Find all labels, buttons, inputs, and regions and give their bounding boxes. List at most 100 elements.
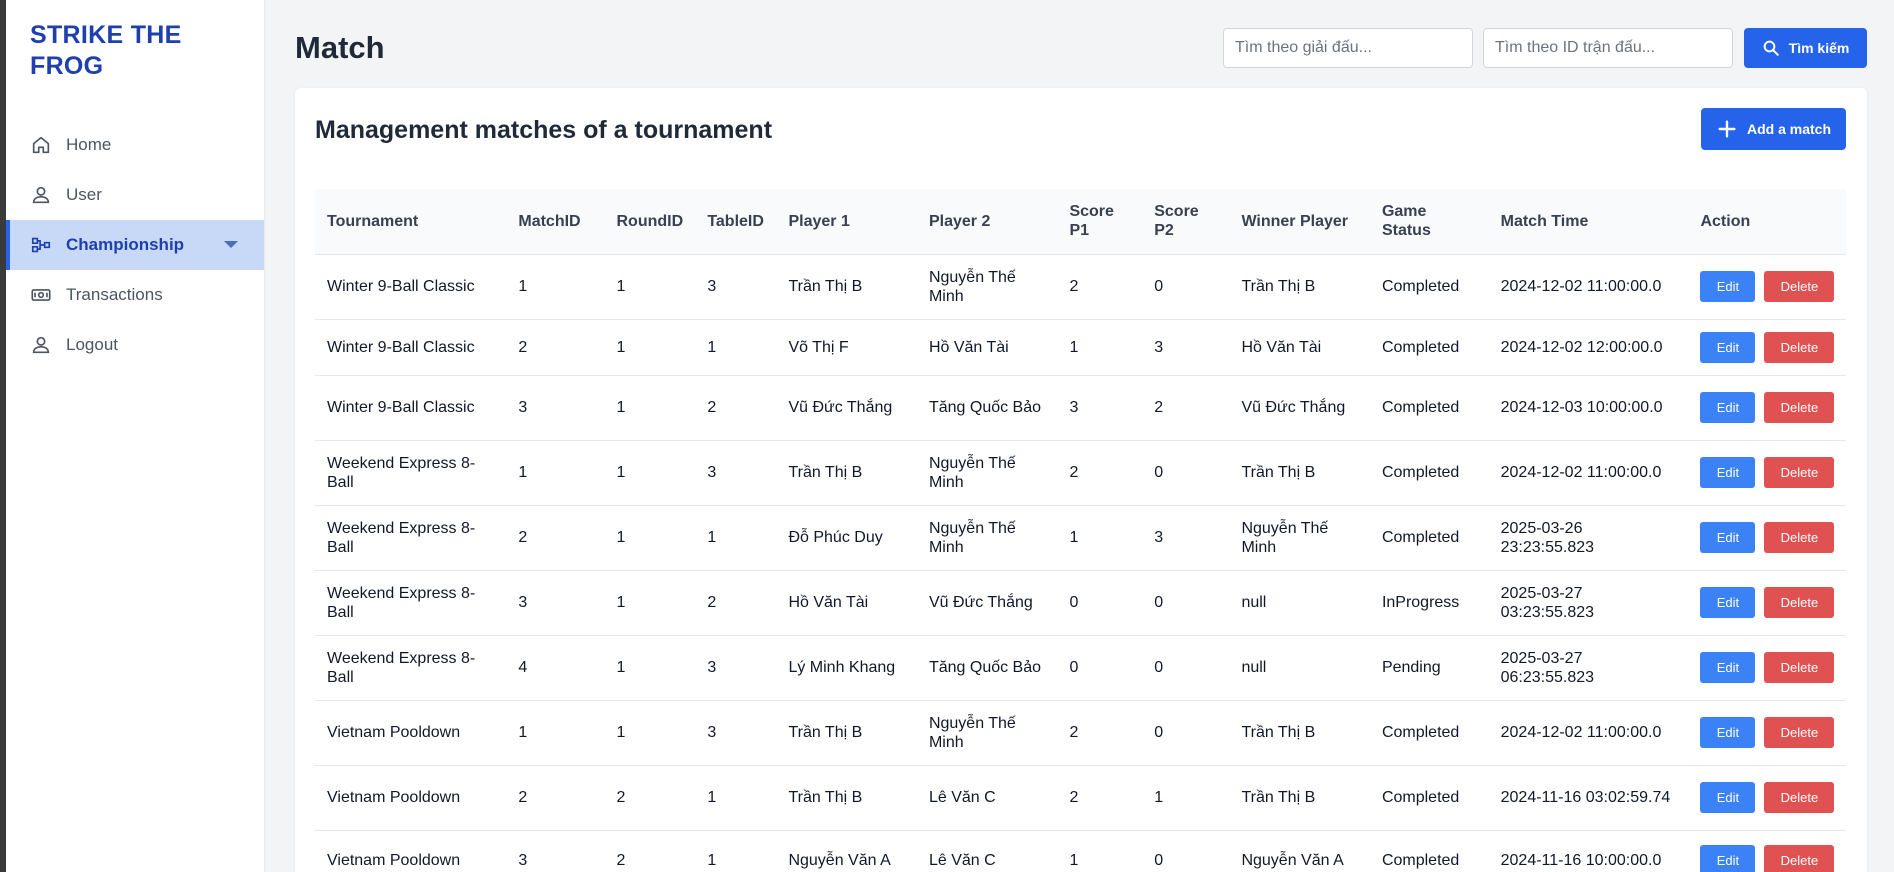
table-cell: null [1229, 635, 1370, 701]
table-cell: Completed [1369, 765, 1489, 831]
edit-button[interactable]: Edit [1700, 457, 1756, 488]
edit-button[interactable]: Edit [1700, 587, 1756, 618]
action-cell: Edit Delete [1688, 375, 1846, 441]
table-row: Winter 9-Ball Classic 3 1 2 Vũ Đức Thắng Tăng… [315, 375, 1846, 441]
delete-button[interactable]: Delete [1764, 844, 1835, 872]
delete-button[interactable]: Delete [1764, 271, 1835, 302]
edit-button[interactable]: Edit [1700, 652, 1756, 683]
sidebar-item-home[interactable]: Home [6, 120, 264, 170]
table-cell: 2024-11-16 03:02:59.74 [1488, 765, 1689, 831]
table-cell: Completed [1369, 375, 1489, 441]
brand-logo-text[interactable]: STRIKE THE FROG [30, 20, 250, 82]
sidebar-item-championship[interactable]: Championship [6, 220, 264, 270]
table-cell: Completed [1369, 830, 1489, 872]
table-cell: 2 [695, 375, 777, 441]
sidebar-item-user[interactable]: User [6, 170, 264, 220]
column-header: Action [1688, 189, 1846, 255]
delete-button[interactable]: Delete [1764, 522, 1835, 553]
table-cell: Trần Thị B [776, 254, 917, 320]
search-button-label: Tìm kiếm [1788, 40, 1850, 56]
table-cell: Hồ Văn Tài [776, 570, 917, 636]
table-cell: 1 [604, 254, 696, 320]
table-cell: 3 [1057, 375, 1143, 441]
table-cell: Winter 9-Ball Classic [315, 319, 507, 376]
table-row: Winter 9-Ball Classic 1 1 3 Trần Thị B Nguyễn… [315, 254, 1846, 320]
table-row: Weekend Express 8-Ball 3 1 2 Hồ Văn Tài Vũ Đứ… [315, 570, 1846, 636]
table-cell: 2024-11-16 10:00:00.0 [1488, 830, 1689, 872]
table-row: Vietnam Pooldown 3 2 1 Nguyễn Văn A Lê Văn C1… [315, 830, 1846, 872]
delete-button[interactable]: Delete [1764, 457, 1835, 488]
edit-button[interactable]: Edit [1700, 392, 1756, 423]
sidebar-item-logout[interactable]: Logout [6, 320, 264, 370]
column-header: Match Time [1488, 189, 1689, 255]
table-cell: Winter 9-Ball Classic [315, 375, 507, 441]
chevron-down-icon[interactable] [224, 241, 238, 248]
table-cell: 1 [506, 700, 605, 766]
table-row: Winter 9-Ball Classic 2 1 1 Võ Thị F Hồ Văn T… [315, 319, 1846, 376]
table-cell: 2 [1057, 440, 1143, 506]
sidebar-item-transactions[interactable]: Transactions [6, 270, 264, 320]
table-cell: Completed [1369, 440, 1489, 506]
table-cell: Vietnam Pooldown [315, 830, 507, 872]
delete-button[interactable]: Delete [1764, 392, 1835, 423]
table-cell: 3 [695, 440, 777, 506]
edit-button[interactable]: Edit [1700, 717, 1756, 748]
table-cell: 2024-12-02 12:00:00.0 [1488, 319, 1689, 376]
sidebar-item-label: User [66, 185, 102, 204]
table-cell: 1 [695, 319, 777, 376]
table-cell: 3 [695, 635, 777, 701]
table-cell: 0 [1142, 254, 1230, 320]
table-cell: 2024-12-02 11:00:00.0 [1488, 440, 1689, 506]
search-match-id-input[interactable] [1483, 28, 1733, 68]
table-cell: 1 [1057, 830, 1143, 872]
sidebar-nav: Home User Championship Transactions Logo… [6, 120, 264, 370]
table-cell: 2 [506, 765, 605, 831]
table-cell: Weekend Express 8-Ball [315, 635, 507, 701]
edit-button[interactable]: Edit [1700, 522, 1756, 553]
delete-button[interactable]: Delete [1764, 587, 1835, 618]
column-header: TableID [695, 189, 777, 255]
table-cell: 0 [1142, 700, 1230, 766]
table-cell: Trần Thị B [1229, 440, 1370, 506]
search-button[interactable]: Tìm kiếm [1744, 28, 1867, 68]
main-content: Match Tìm kiếm Management matches of a t… [264, 0, 1894, 872]
money-icon [30, 284, 52, 306]
column-header: Score P2 [1142, 189, 1230, 255]
table-cell: Trần Thị B [1229, 700, 1370, 766]
table-cell: 2024-12-02 11:00:00.0 [1488, 700, 1689, 766]
delete-button[interactable]: Delete [1764, 717, 1835, 748]
table-cell: Nguyễn Thế Minh [916, 254, 1058, 320]
table-cell: 2 [1057, 700, 1143, 766]
table-cell: Tăng Quốc Bảo [916, 375, 1058, 441]
table-cell: Completed [1369, 505, 1489, 571]
table-cell: 2024-12-03 10:00:00.0 [1488, 375, 1689, 441]
tournament-bracket-icon [30, 234, 52, 256]
table-header-row: Tournament MatchID RoundID TableID Playe… [315, 189, 1846, 255]
column-header: Player 1 [776, 189, 917, 255]
table-row: Vietnam Pooldown 2 2 1 Trần Thị B Lê Văn C21T… [315, 765, 1846, 831]
table-cell: 1 [695, 765, 777, 831]
action-cell: Edit Delete [1688, 570, 1846, 636]
table-cell: 3 [695, 254, 777, 320]
table-cell: Hồ Văn Tài [916, 319, 1058, 376]
table-cell: Vũ Đức Thắng [1229, 375, 1370, 441]
table-cell: InProgress [1369, 570, 1489, 636]
table-cell: 2 [1142, 375, 1230, 441]
delete-button[interactable]: Delete [1764, 331, 1835, 363]
add-match-button[interactable]: Add a match [1701, 108, 1846, 150]
delete-button[interactable]: Delete [1764, 652, 1835, 683]
table-cell: Võ Thị F [776, 319, 917, 376]
action-cell: Edit Delete [1688, 765, 1846, 831]
table-cell: 0 [1142, 440, 1230, 506]
table-cell: Vietnam Pooldown [315, 700, 507, 766]
edit-button[interactable]: Edit [1700, 271, 1756, 302]
table-cell: Vũ Đức Thắng [916, 570, 1058, 636]
table-cell: Trần Thị B [776, 440, 917, 506]
edit-button[interactable]: Edit [1700, 844, 1756, 872]
edit-button[interactable]: Edit [1700, 782, 1756, 813]
edit-button[interactable]: Edit [1700, 331, 1756, 363]
column-header: RoundID [604, 189, 696, 255]
delete-button[interactable]: Delete [1764, 782, 1835, 813]
table-row: Weekend Express 8-Ball 4 1 3 Lý Minh Khang Tă… [315, 635, 1846, 701]
search-tournament-input[interactable] [1223, 28, 1473, 68]
